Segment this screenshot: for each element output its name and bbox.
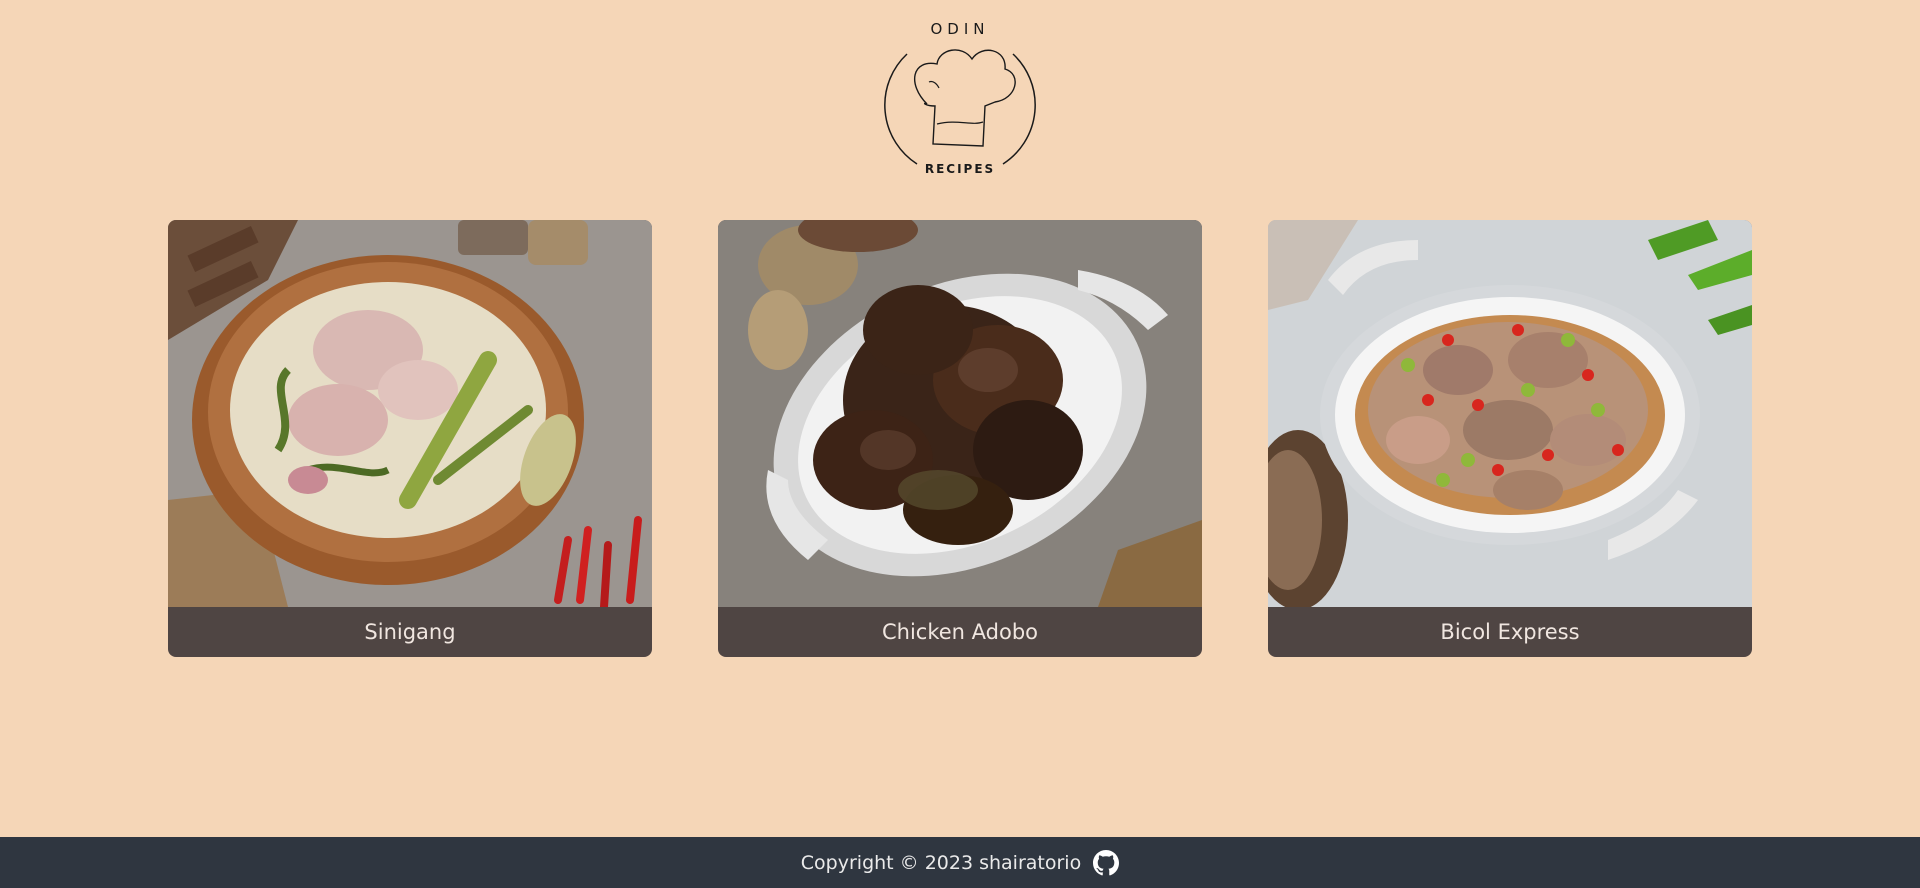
github-icon[interactable] [1093,849,1120,876]
recipe-cards: Sinigang Chicken Adobo Bicol Express [168,220,1752,657]
footer: Copyright © 2023 shairatorio [0,837,1920,888]
recipe-card-chicken-adobo[interactable]: Chicken Adobo [718,220,1202,657]
chef-hat-icon [884,49,1036,165]
bicol-express-image [1268,220,1752,607]
chicken-adobo-image [718,220,1202,607]
logo-top-text: ODIN [930,20,990,38]
recipe-card-bicol-express[interactable]: Bicol Express [1268,220,1752,657]
recipe-card-sinigang[interactable]: Sinigang [168,220,652,657]
odin-recipes-logo[interactable]: ODIN RECIPES [877,14,1043,184]
card-label: Sinigang [364,620,456,644]
copyright-text: Copyright © 2023 shairatorio [800,851,1082,874]
card-label: Bicol Express [1440,620,1580,644]
logo-bottom-text: RECIPES [924,162,996,176]
card-label: Chicken Adobo [881,620,1039,644]
sinigang-image [168,220,652,607]
header: ODIN RECIPES [0,0,1920,200]
